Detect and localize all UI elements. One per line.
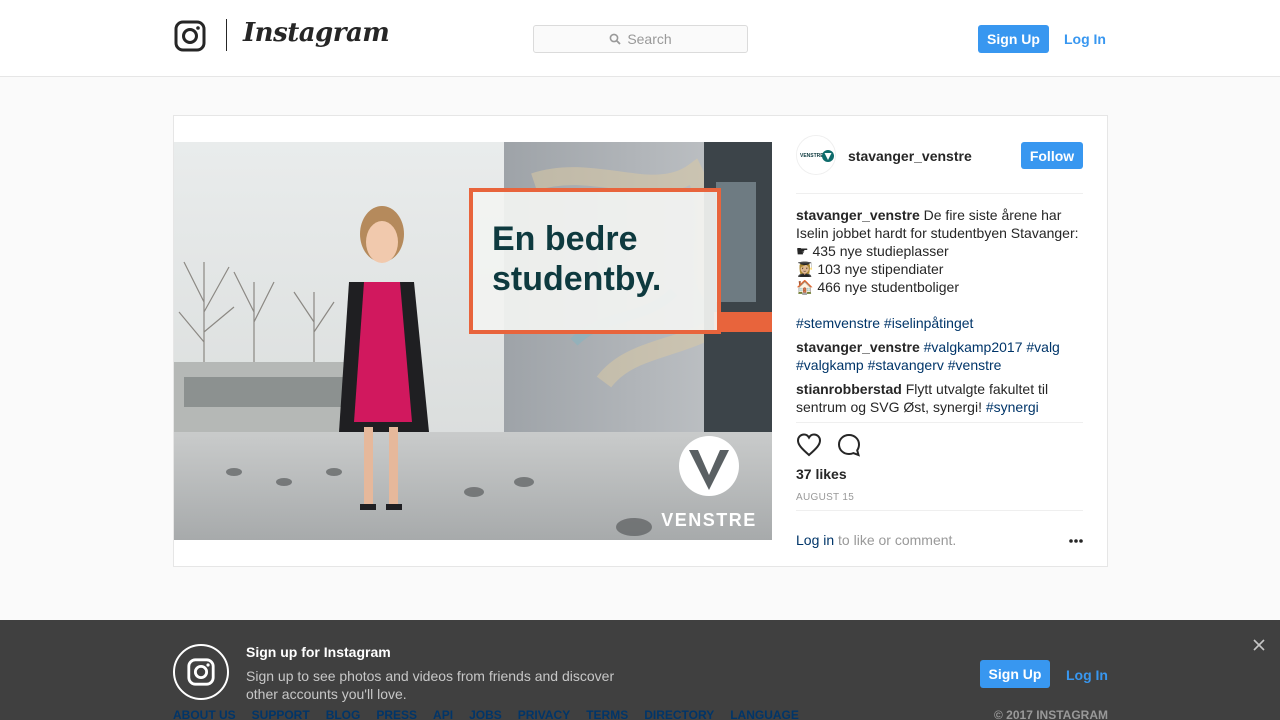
login-to-like-link[interactable]: Log in: [796, 532, 834, 548]
footer-link[interactable]: LANGUAGE: [730, 708, 799, 720]
like-heart-icon[interactable]: [796, 432, 822, 458]
instagram-glyph-icon: [173, 644, 229, 700]
caption-username[interactable]: stavanger_venstre: [796, 207, 920, 223]
avatar[interactable]: VENSTRE: [796, 135, 836, 175]
follow-button[interactable]: Follow: [1021, 142, 1083, 169]
copyright: © 2017 INSTAGRAM: [994, 708, 1108, 720]
avatar-text: VENSTRE: [800, 153, 824, 159]
footer-link[interactable]: TERMS: [586, 708, 628, 720]
footer-link[interactable]: PRESS: [376, 708, 417, 720]
footer-links: ABOUT US SUPPORT BLOG PRESS API JOBS PRI…: [173, 708, 799, 720]
footer-link[interactable]: API: [433, 708, 453, 720]
footer-link[interactable]: BLOG: [326, 708, 361, 720]
banner-login-link[interactable]: Log In: [1066, 667, 1108, 683]
photo-headline-line2: studentby.: [492, 260, 661, 298]
footer-link[interactable]: SUPPORT: [252, 708, 310, 720]
caption-bullet: 👩🏼‍🎓 103 nye stipendiater: [796, 261, 944, 277]
divider: [796, 193, 1083, 194]
header-signup-button[interactable]: Sign Up: [978, 25, 1049, 53]
caption-hashtags[interactable]: #stemvenstre #iselinpåtinget: [796, 314, 1083, 332]
post-author-username[interactable]: stavanger_venstre: [848, 148, 972, 164]
caption-bullet: 🏠 466 nye studentboliger: [796, 279, 959, 295]
search-input[interactable]: Search: [533, 25, 748, 53]
footer-link[interactable]: ABOUT US: [173, 708, 236, 720]
footer-link[interactable]: DIRECTORY: [644, 708, 714, 720]
search-icon: [609, 33, 621, 45]
comment: stianrobberstad Flytt utvalgte fakultet …: [796, 380, 1083, 416]
footer-link[interactable]: PRIVACY: [518, 708, 570, 720]
comment-username[interactable]: stianrobberstad: [796, 381, 902, 397]
top-navigation-bar: Instagram Search Sign Up Log In: [0, 0, 1280, 77]
footer-link[interactable]: JOBS: [469, 708, 502, 720]
header-login-link[interactable]: Log In: [1064, 31, 1106, 47]
close-icon[interactable]: [1252, 638, 1266, 652]
post-sidebar: VENSTRE stavanger_venstre Follow stavang…: [796, 116, 1083, 566]
venstre-logo-text: VENSTRE: [661, 510, 757, 530]
logo-divider: [226, 19, 227, 51]
likes-count[interactable]: 37 likes: [796, 466, 847, 482]
search-placeholder: Search: [627, 31, 672, 47]
divider: [796, 422, 1083, 423]
comment: stavanger_venstre #valgkamp2017 #valg #v…: [796, 338, 1083, 374]
comments-list: stavanger_venstre De fire siste årene ha…: [796, 206, 1083, 422]
more-options-icon[interactable]: [1068, 538, 1084, 544]
instagram-glyph-icon[interactable]: [174, 20, 206, 52]
banner-title: Sign up for Instagram: [246, 644, 391, 660]
comment-bubble-icon[interactable]: [836, 432, 862, 458]
comment-username[interactable]: stavanger_venstre: [796, 339, 920, 355]
post-card: En bedre studentby. VENSTRE VENSTRE stav…: [173, 115, 1108, 567]
caption: stavanger_venstre De fire siste årene ha…: [796, 206, 1083, 332]
login-prompt: Log in to like or comment.: [796, 532, 956, 548]
banner-signup-button[interactable]: Sign Up: [980, 660, 1050, 688]
post-date[interactable]: AUGUST 15: [796, 492, 854, 503]
post-photo[interactable]: En bedre studentby. VENSTRE: [174, 142, 772, 540]
comment-hashtags[interactable]: #synergi: [986, 399, 1039, 415]
instagram-wordmark[interactable]: Instagram: [243, 18, 390, 48]
photo-headline-line1: En bedre: [492, 220, 637, 258]
caption-bullet: ☛ 435 nye studieplasser: [796, 243, 949, 259]
divider: [796, 510, 1083, 511]
banner-text: Sign up to see photos and videos from fr…: [246, 668, 615, 702]
login-prompt-text: to like or comment.: [834, 532, 957, 548]
